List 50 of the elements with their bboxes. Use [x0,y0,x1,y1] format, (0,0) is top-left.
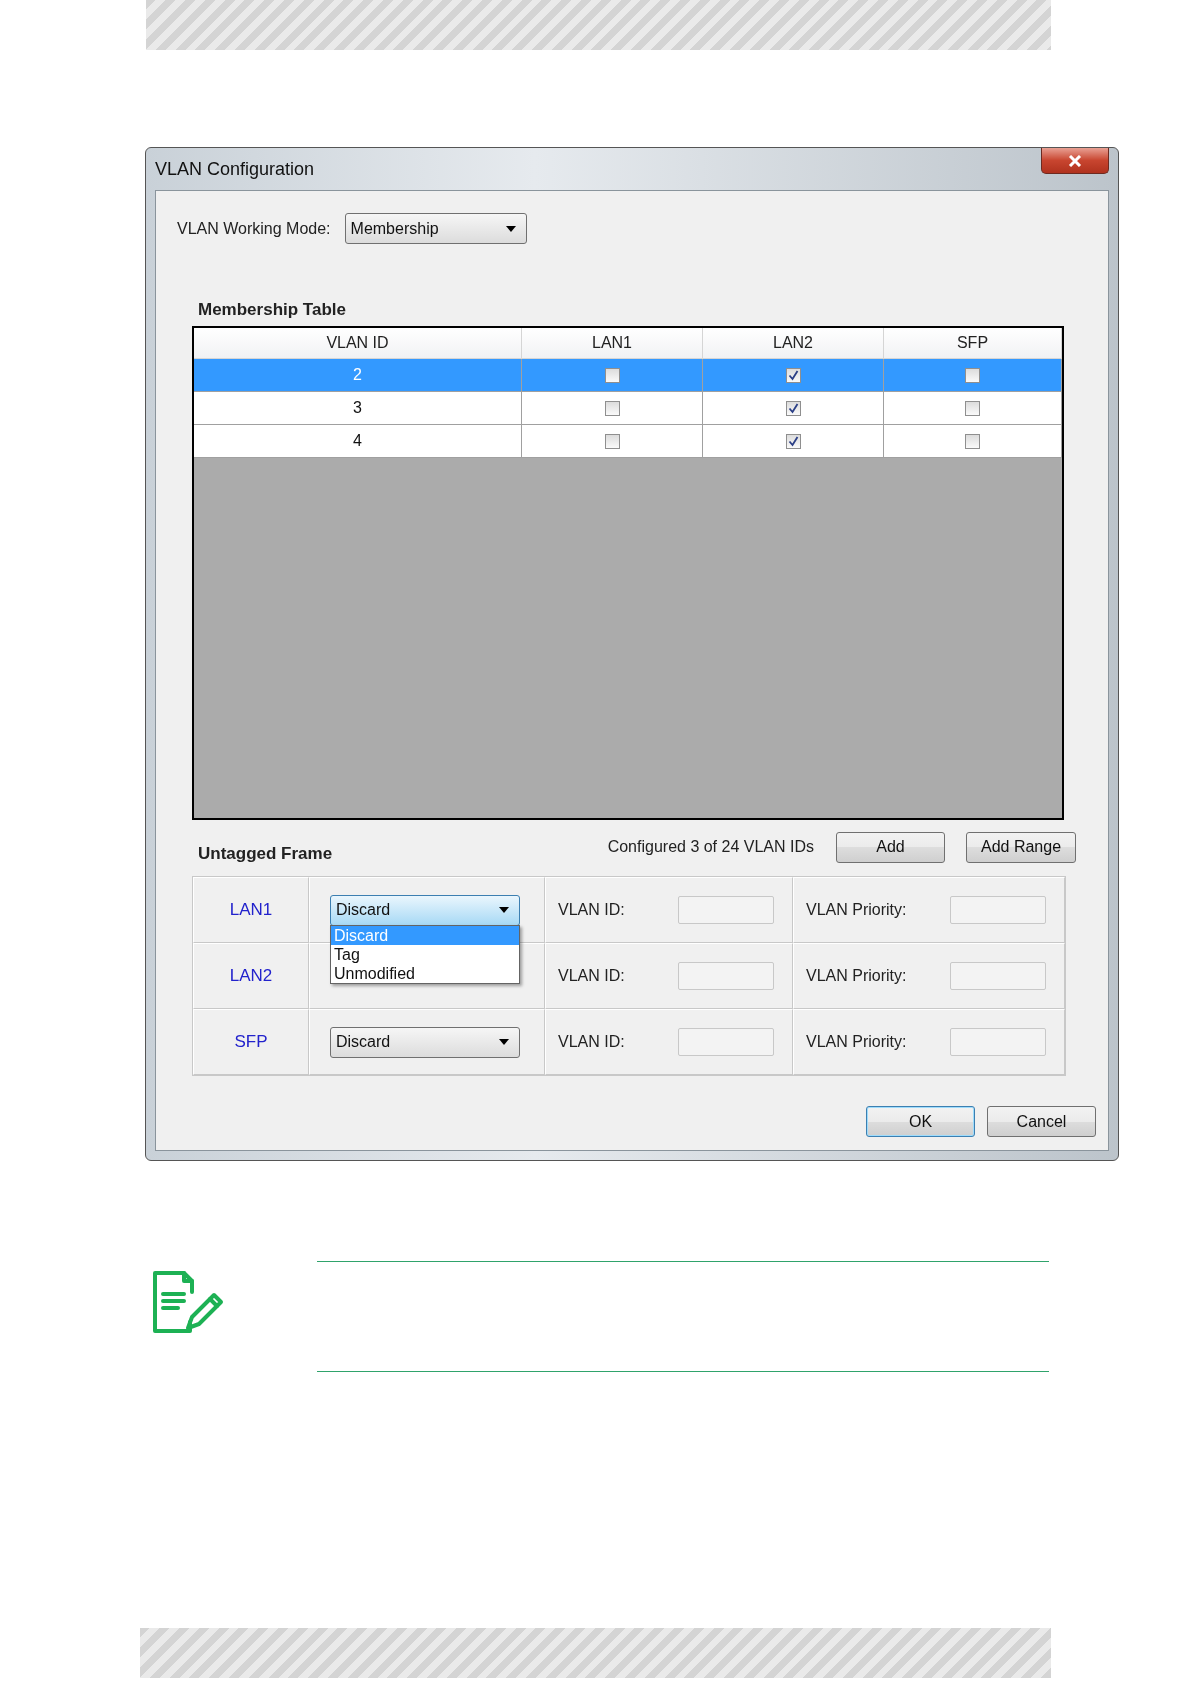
caret-icon [499,1039,509,1045]
column-header[interactable]: VLAN ID [194,328,522,359]
window-title: VLAN Configuration [155,158,315,180]
column-header[interactable]: LAN2 [703,328,884,359]
note-icon [152,1270,226,1334]
checkbox[interactable] [965,367,980,383]
field-label: VLAN Priority: [806,901,907,919]
frame-mode-dropdown[interactable]: Discard [330,1026,520,1058]
section-title: Untagged Frame [198,844,334,864]
mode-dropdown[interactable]: Membership [344,213,527,244]
table-cell[interactable]: 4 [194,425,522,458]
ok-button[interactable]: OK [866,1106,975,1137]
port-label: LAN1 [193,877,309,943]
cancel-button[interactable]: Cancel [987,1106,1096,1137]
dropdown-option[interactable]: Unmodified [331,964,519,983]
close-button[interactable] [1041,148,1109,174]
table-cell[interactable]: 3 [194,392,522,425]
checkbox[interactable] [604,433,620,449]
checkbox[interactable] [785,367,801,383]
checkbox[interactable] [604,367,620,383]
field-label: VLAN Priority: [806,967,907,985]
field-label: VLAN ID: [558,901,625,919]
checkbox[interactable] [965,400,980,416]
vlan-id-field[interactable] [678,896,774,924]
caret-icon [499,907,509,913]
field-label: VLAN ID: [558,1033,625,1051]
status-text: Configured 3 of 24 VLAN IDs [607,838,814,856]
checkbox[interactable] [785,400,801,416]
add-range-button[interactable]: Add Range [966,831,1076,863]
add-button[interactable]: Add [836,831,945,863]
column-header[interactable]: SFP [884,328,1062,359]
port-label: SFP [193,1009,309,1075]
port-label: LAN2 [193,943,309,1009]
checkbox[interactable] [785,433,801,449]
vlan-id-field[interactable] [678,962,774,990]
checkbox[interactable] [604,400,620,416]
checkbox[interactable] [965,433,980,449]
vlan-priority-field[interactable] [950,962,1046,990]
caret-icon [505,225,516,232]
frame-mode-dropdown[interactable]: Discard [330,894,520,926]
dropdown-option[interactable]: Tag [331,945,519,964]
field-label: VLAN ID: [558,967,625,985]
close-icon [1068,154,1082,167]
field-label: VLAN Priority: [806,1033,907,1051]
vlan-priority-field[interactable] [950,1028,1046,1056]
vlan-id-field[interactable] [678,1028,774,1056]
vlan-priority-field[interactable] [950,896,1046,924]
field-label: VLAN Working Mode: [177,219,331,238]
section-title: Membership Table [198,300,347,320]
column-header[interactable]: LAN1 [522,328,703,359]
